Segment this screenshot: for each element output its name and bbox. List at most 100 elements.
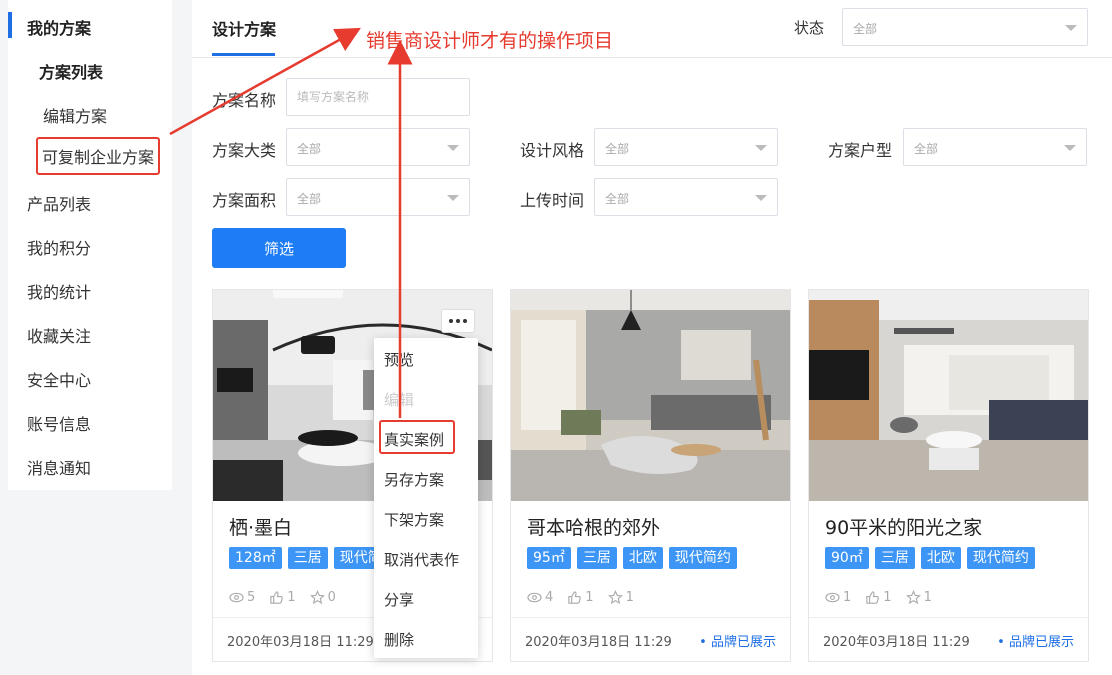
- plan-thumbnail[interactable]: [809, 290, 1088, 501]
- room-tag: 三居: [287, 547, 328, 569]
- room-tag: 三居: [874, 547, 915, 569]
- brand-status: • 品牌已展示: [997, 635, 1074, 650]
- layout-label: 方案户型: [828, 141, 893, 160]
- likes-stat[interactable]: 1: [865, 590, 892, 605]
- menu-item-preview[interactable]: 预览: [384, 349, 414, 370]
- plan-stats: 4 1 1: [527, 590, 634, 605]
- likes-stat[interactable]: 1: [269, 590, 296, 605]
- more-dots-icon[interactable]: [441, 309, 475, 333]
- likes-stat[interactable]: 1: [567, 590, 594, 605]
- plan-title[interactable]: 90平米的阳光之家: [825, 513, 982, 540]
- stars-stat[interactable]: 1: [905, 590, 932, 605]
- area-tag: 95㎡: [527, 547, 571, 569]
- plan-title[interactable]: 栖·墨白: [229, 513, 292, 540]
- plan-date: 2020年03月18日 11:29: [227, 635, 374, 650]
- stars-count: 1: [923, 590, 932, 605]
- style-tag: 现代简约: [966, 547, 1035, 569]
- sidebar-item-product-list[interactable]: 产品列表: [27, 191, 91, 215]
- card-divider: [511, 617, 790, 618]
- thumbs-up-icon: [270, 591, 284, 604]
- menu-item-real-case[interactable]: 真实案例: [384, 429, 444, 450]
- area-tag: 90㎡: [825, 547, 869, 569]
- stars-stat[interactable]: 1: [607, 590, 634, 605]
- likes-count: 1: [287, 590, 296, 605]
- status-select[interactable]: 全部: [842, 8, 1088, 46]
- annotation-text: 销售商设计师才有的操作项目: [366, 30, 614, 52]
- brand-status-label: 品牌已展示: [710, 635, 776, 650]
- style-select-value: 全部: [605, 142, 630, 156]
- plan-card[interactable]: 哥本哈根的郊外 95㎡ 三居 北欧 现代简约 4 1 1 2020年03月18日…: [510, 289, 791, 662]
- area-label: 方案面积: [212, 191, 277, 210]
- upload-time-select-value: 全部: [605, 192, 630, 206]
- plan-title[interactable]: 哥本哈根的郊外: [527, 513, 660, 540]
- caret-down-icon: [447, 195, 459, 201]
- caret-down-icon: [447, 145, 459, 151]
- sidebar-item-notifications[interactable]: 消息通知: [27, 455, 91, 479]
- sidebar-item-favorites[interactable]: 收藏关注: [27, 323, 91, 347]
- style-tag: 北欧: [622, 547, 663, 569]
- views-count: 5: [247, 590, 256, 605]
- menu-item-unpublish[interactable]: 下架方案: [384, 509, 444, 530]
- sidebar-item-plan-list[interactable]: 方案列表: [39, 59, 103, 83]
- style-tag: 现代简约: [668, 547, 737, 569]
- stars-count: 0: [327, 590, 336, 605]
- tab-underline: [212, 53, 275, 56]
- category-select[interactable]: 全部: [286, 128, 470, 166]
- menu-item-cancel-featured[interactable]: 取消代表作: [384, 549, 459, 570]
- upload-time-label: 上传时间: [520, 191, 585, 210]
- caret-down-icon: [1065, 25, 1077, 31]
- sidebar-item-edit-plan[interactable]: 编辑方案: [43, 103, 107, 127]
- layout-select[interactable]: 全部: [903, 128, 1087, 166]
- status-label: 状态: [794, 19, 825, 37]
- views-count: 4: [545, 590, 554, 605]
- menu-item-edit: 编辑: [384, 391, 415, 409]
- plan-stats: 5 1 0: [229, 590, 336, 605]
- area-select[interactable]: 全部: [286, 178, 470, 216]
- menu-item-delete[interactable]: 删除: [384, 629, 414, 650]
- likes-count: 1: [585, 590, 594, 605]
- thumbs-up-icon: [866, 591, 880, 604]
- menu-item-save-as[interactable]: 另存方案: [384, 469, 444, 490]
- views-stat: 4: [527, 590, 553, 605]
- caret-down-icon: [1064, 145, 1076, 151]
- eye-icon: [825, 592, 840, 603]
- sidebar-item-my-stats[interactable]: 我的统计: [27, 279, 91, 303]
- likes-count: 1: [883, 590, 892, 605]
- brand-status-label: 品牌已展示: [1008, 635, 1074, 650]
- stars-stat[interactable]: 0: [309, 590, 336, 605]
- upload-time-select[interactable]: 全部: [594, 178, 778, 216]
- sidebar-item-copyable-enterprise-plans[interactable]: 可复制企业方案: [36, 137, 161, 175]
- views-stat: 1: [825, 590, 851, 605]
- sidebar-item-account[interactable]: 账号信息: [27, 411, 91, 435]
- plan-card[interactable]: 90平米的阳光之家 90㎡ 三居 北欧 现代简约 1 1 1 2020年03月1…: [808, 289, 1089, 662]
- star-icon: [309, 590, 325, 605]
- sidebar-item-security[interactable]: 安全中心: [27, 367, 91, 391]
- status-select-value: 全部: [853, 22, 878, 36]
- thumbs-up-icon: [568, 591, 582, 604]
- stars-count: 1: [625, 590, 634, 605]
- plan-date: 2020年03月18日 11:29: [823, 635, 970, 650]
- room-tag: 三居: [576, 547, 617, 569]
- tab-design-plans[interactable]: 设计方案: [212, 16, 276, 40]
- views-stat: 5: [229, 590, 255, 605]
- category-label: 方案大类: [212, 141, 277, 160]
- layout-select-value: 全部: [914, 142, 939, 156]
- active-indicator: [8, 12, 12, 38]
- style-select[interactable]: 全部: [594, 128, 778, 166]
- views-count: 1: [843, 590, 852, 605]
- plan-context-menu: 预览 编辑 真实案例 另存方案 下架方案 取消代表作 分享 删除: [374, 338, 478, 658]
- menu-item-share[interactable]: 分享: [384, 589, 414, 610]
- filter-button[interactable]: 筛选: [212, 228, 346, 268]
- sidebar-item-my-points[interactable]: 我的积分: [27, 235, 91, 259]
- category-select-value: 全部: [297, 142, 322, 156]
- eye-icon: [527, 592, 542, 603]
- plan-date: 2020年03月18日 11:29: [525, 635, 672, 650]
- plan-name-label: 方案名称: [212, 91, 277, 110]
- plan-name-input[interactable]: [286, 78, 470, 116]
- plan-tags: 95㎡ 三居 北欧 现代简约: [527, 547, 737, 569]
- area-tag: 128㎡: [229, 547, 282, 569]
- sidebar-section-my-plans[interactable]: 我的方案: [27, 15, 91, 39]
- plan-thumbnail[interactable]: [511, 290, 790, 501]
- brand-status: • 品牌已展示: [699, 635, 776, 650]
- caret-down-icon: [755, 195, 767, 201]
